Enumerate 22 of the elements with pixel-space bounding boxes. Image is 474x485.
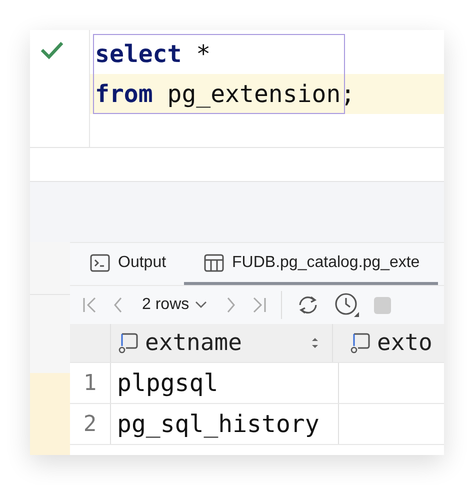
sort-icon[interactable] bbox=[310, 336, 320, 350]
table-cell: pg_sql_history bbox=[117, 410, 320, 438]
column-header[interactable]: extname bbox=[111, 324, 333, 362]
code-line: select * bbox=[95, 40, 211, 68]
console-icon bbox=[90, 254, 110, 272]
table-cell: plpgsql bbox=[117, 369, 218, 397]
rows-dropdown[interactable]: 2 rows bbox=[138, 296, 212, 314]
last-page-icon[interactable] bbox=[251, 296, 268, 314]
first-page-icon[interactable] bbox=[82, 296, 98, 314]
previous-page-icon[interactable] bbox=[112, 296, 124, 314]
table-icon bbox=[204, 254, 224, 272]
column-icon bbox=[117, 332, 139, 354]
next-page-icon[interactable] bbox=[225, 296, 238, 314]
code-line: from pg_extension; bbox=[95, 80, 356, 108]
row-number: 2 bbox=[70, 404, 111, 444]
stop-icon[interactable] bbox=[374, 296, 392, 314]
row-number: 1 bbox=[70, 363, 111, 403]
clock-icon[interactable] bbox=[334, 292, 360, 318]
chevron-down-icon bbox=[195, 301, 208, 309]
column-icon bbox=[349, 332, 371, 354]
result-tab[interactable]: Output bbox=[70, 243, 184, 285]
column-header[interactable]: exto bbox=[333, 324, 444, 362]
